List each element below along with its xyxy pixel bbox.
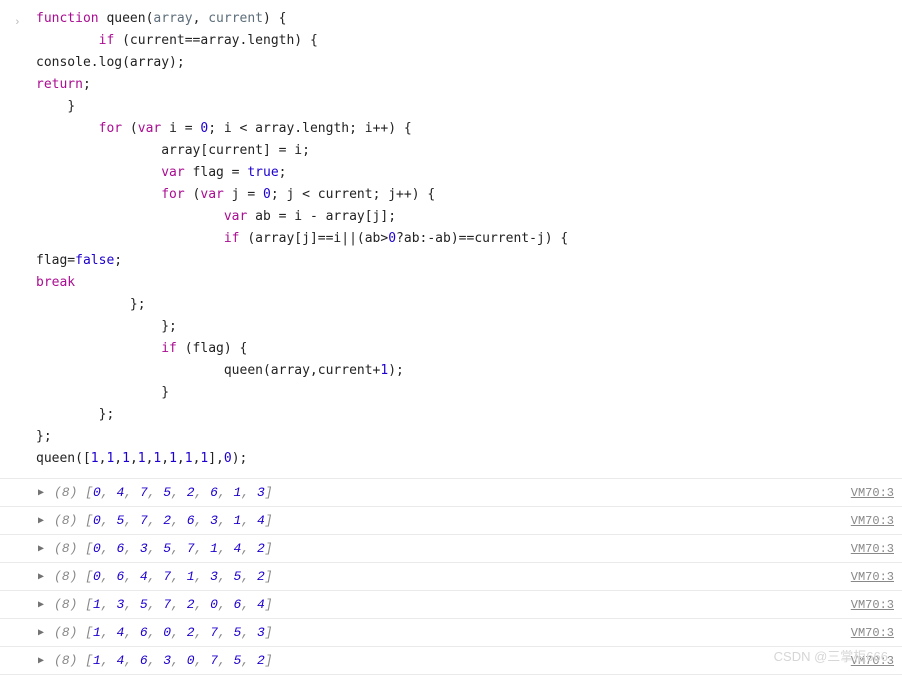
expand-triangle-icon[interactable]: ▶ bbox=[38, 515, 44, 527]
code-line: if (array[j]==i||(ab>0?ab:-ab)==current-… bbox=[36, 228, 902, 250]
code-line: console.log(array); bbox=[36, 52, 902, 74]
code-line: } bbox=[36, 96, 902, 118]
expand-triangle-icon[interactable]: ▶ bbox=[38, 627, 44, 639]
source-link[interactable]: VM70:3 bbox=[851, 514, 894, 528]
code-line: var ab = i - array[j]; bbox=[36, 206, 902, 228]
input-prompt-icon: › bbox=[14, 12, 21, 34]
code-line: if (current==array.length) { bbox=[36, 30, 902, 52]
code-line: }; bbox=[36, 404, 902, 426]
console-container: › function queen(array, current) { if (c… bbox=[0, 0, 902, 675]
code-line: for (var j = 0; j < current; j++) { bbox=[36, 184, 902, 206]
code-line: }; bbox=[36, 316, 902, 338]
console-output-row: ▶(8) [1, 4, 6, 0, 2, 7, 5, 3]VM70:3 bbox=[0, 619, 902, 647]
output-array[interactable]: (8) [1, 4, 6, 0, 2, 7, 5, 3] bbox=[36, 625, 851, 640]
code-line: } bbox=[36, 382, 902, 404]
code-line: return; bbox=[36, 74, 902, 96]
source-link[interactable]: VM70:3 bbox=[851, 626, 894, 640]
console-output-row: ▶(8) [1, 4, 6, 3, 0, 7, 5, 2]VM70:3 bbox=[0, 647, 902, 675]
console-output-row: ▶(8) [1, 3, 5, 7, 2, 0, 6, 4]VM70:3 bbox=[0, 591, 902, 619]
expand-triangle-icon[interactable]: ▶ bbox=[38, 543, 44, 555]
source-link[interactable]: VM70:3 bbox=[851, 570, 894, 584]
expand-triangle-icon[interactable]: ▶ bbox=[38, 599, 44, 611]
code-line: }; bbox=[36, 294, 902, 316]
code-line: queen([1,1,1,1,1,1,1,1],0); bbox=[36, 448, 902, 470]
code-line: break bbox=[36, 272, 902, 294]
output-array[interactable]: (8) [0, 5, 7, 2, 6, 3, 1, 4] bbox=[36, 513, 851, 528]
code-line: var flag = true; bbox=[36, 162, 902, 184]
code-line: queen(array,current+1); bbox=[36, 360, 902, 382]
output-array[interactable]: (8) [1, 3, 5, 7, 2, 0, 6, 4] bbox=[36, 597, 851, 612]
output-array[interactable]: (8) [0, 6, 3, 5, 7, 1, 4, 2] bbox=[36, 541, 851, 556]
output-array[interactable]: (8) [0, 4, 7, 5, 2, 6, 1, 3] bbox=[36, 485, 851, 500]
code-line: }; bbox=[36, 426, 902, 448]
expand-triangle-icon[interactable]: ▶ bbox=[38, 487, 44, 499]
expand-triangle-icon[interactable]: ▶ bbox=[38, 655, 44, 667]
source-link[interactable]: VM70:3 bbox=[851, 542, 894, 556]
console-output-row: ▶(8) [0, 4, 7, 5, 2, 6, 1, 3]VM70:3 bbox=[0, 479, 902, 507]
code-line: flag=false; bbox=[36, 250, 902, 272]
output-array[interactable]: (8) [1, 4, 6, 3, 0, 7, 5, 2] bbox=[36, 653, 851, 668]
output-array[interactable]: (8) [0, 6, 4, 7, 1, 3, 5, 2] bbox=[36, 569, 851, 584]
code-input-block: › function queen(array, current) { if (c… bbox=[0, 0, 902, 479]
console-output-row: ▶(8) [0, 6, 4, 7, 1, 3, 5, 2]VM70:3 bbox=[0, 563, 902, 591]
expand-triangle-icon[interactable]: ▶ bbox=[38, 571, 44, 583]
code-line: array[current] = i; bbox=[36, 140, 902, 162]
code-line: function queen(array, current) { bbox=[36, 8, 902, 30]
code-line: for (var i = 0; i < array.length; i++) { bbox=[36, 118, 902, 140]
source-link[interactable]: VM70:3 bbox=[851, 486, 894, 500]
code-line: if (flag) { bbox=[36, 338, 902, 360]
watermark-text: CSDN @三掌柜666 bbox=[774, 646, 888, 665]
console-output-row: ▶(8) [0, 6, 3, 5, 7, 1, 4, 2]VM70:3 bbox=[0, 535, 902, 563]
source-link[interactable]: VM70:3 bbox=[851, 598, 894, 612]
console-output-row: ▶(8) [0, 5, 7, 2, 6, 3, 1, 4]VM70:3 bbox=[0, 507, 902, 535]
